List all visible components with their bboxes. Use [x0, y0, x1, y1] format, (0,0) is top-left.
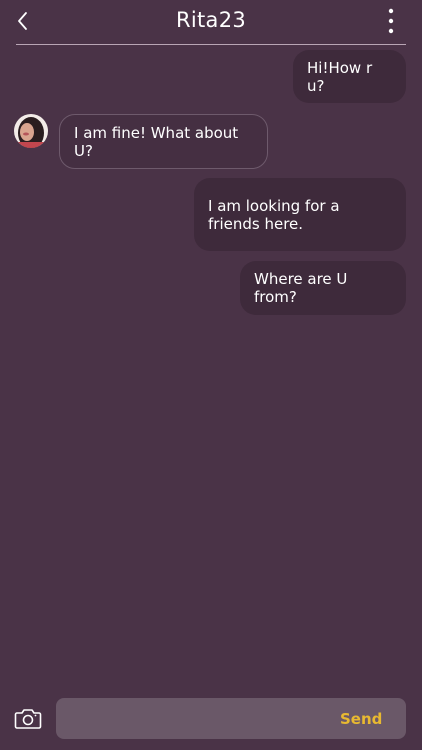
- message-text: Hi!How r u?: [307, 58, 373, 95]
- message-bubble-outgoing: I am looking for a friends here.: [194, 178, 406, 251]
- header-divider: [16, 44, 406, 45]
- message-bubble-outgoing: Hi!How r u?: [293, 50, 406, 103]
- message-text: I am looking for a friends here.: [208, 196, 340, 233]
- more-options-button[interactable]: [382, 8, 400, 36]
- message-bubble-incoming: I am fine! What about U?: [59, 114, 268, 169]
- more-vertical-icon: [388, 8, 394, 34]
- camera-button[interactable]: [14, 707, 42, 731]
- page-title: Rita23: [175, 8, 247, 32]
- chat-header: Rita23: [0, 0, 422, 46]
- message-composer: Send: [0, 690, 422, 750]
- message-bubble-outgoing: Where are U from?: [240, 261, 406, 315]
- message-text: Where are U from?: [254, 270, 348, 306]
- camera-icon: [14, 709, 42, 729]
- profile-photo: [14, 114, 48, 148]
- avatar[interactable]: [14, 114, 48, 148]
- message-text: I am fine! What about U?: [74, 123, 239, 160]
- send-button[interactable]: Send: [340, 709, 382, 729]
